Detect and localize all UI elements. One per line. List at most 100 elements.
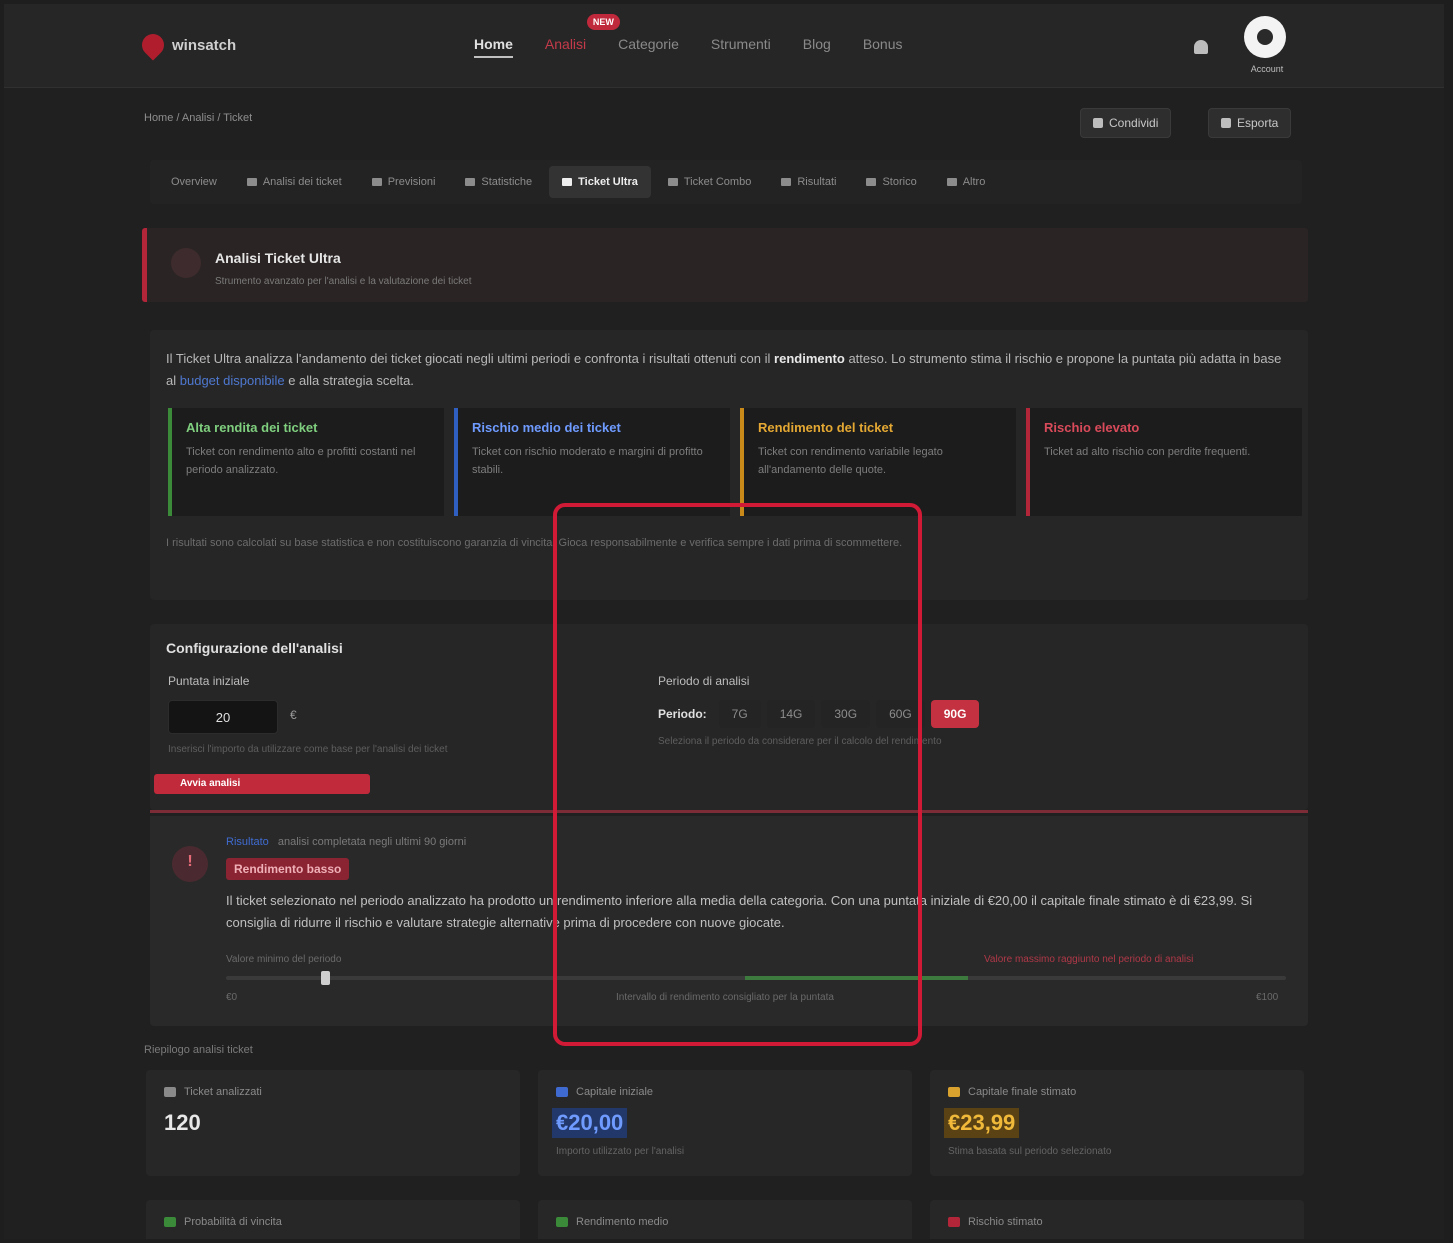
nav-item-strumenti[interactable]: Strumenti (711, 36, 771, 58)
tab-label: Altro (962, 176, 986, 188)
tab-label: Statistiche (481, 176, 533, 188)
result-link[interactable]: Risultato (226, 836, 269, 848)
stat-value: €23,99 (944, 1108, 1020, 1138)
nav-item-blog[interactable]: Blog (803, 36, 831, 58)
tab-label: Analisi dei ticket (262, 176, 342, 188)
stat-label: Capitale finale stimato (968, 1086, 1077, 1098)
legend-card-desc: Ticket con rendimento variabile legato a… (758, 446, 943, 476)
stat-card-initial-capital: Capitale iniziale €20,00 Importo utilizz… (538, 1070, 912, 1176)
nav-item-analisi[interactable]: Analisi NEW (544, 14, 620, 58)
logo[interactable]: winsatch (137, 29, 237, 61)
info-highlight: rendimento (774, 351, 845, 366)
amount-hint: Inserisci l'importo da utilizzare come b… (168, 744, 448, 755)
nav-item-categorie[interactable]: Categorie (618, 36, 679, 58)
chart-icon (164, 1087, 176, 1097)
ticket-icon (562, 178, 573, 186)
amount-input[interactable]: 20 (168, 700, 278, 734)
tab-storico[interactable]: Storico (853, 166, 929, 198)
stat-label: Rendimento medio (576, 1216, 669, 1228)
nav-item-label: Analisi (544, 36, 587, 52)
app-name: winsatch (172, 36, 237, 54)
tab-label: Ticket Ultra (578, 176, 638, 188)
amount-label: Puntata iniziale (168, 674, 250, 688)
result-meta-text: analisi completata negli ultimi 90 giorn… (277, 836, 467, 848)
legend-card: Alta rendita dei ticket Ticket con rendi… (168, 408, 444, 516)
page-header-alert: Analisi Ticket Ultra Strumento avanzato … (142, 228, 1308, 302)
range-max: €100 (1256, 992, 1279, 1003)
page-title: Analisi Ticket Ultra (215, 250, 341, 266)
legend-card: Rendimento del ticket Ticket con rendime… (740, 408, 1016, 516)
tab-statistiche[interactable]: Statistiche (452, 166, 545, 198)
logo-mark-icon (137, 29, 169, 61)
stat-value: €20,00 (552, 1108, 628, 1138)
tab-icon (246, 178, 257, 186)
legend-card-desc: Ticket con rischio moderato e margini di… (472, 446, 703, 476)
nav-item-bonus[interactable]: Bonus (863, 36, 903, 58)
tab-icon (946, 178, 957, 186)
legend-card-title: Rischio elevato (1044, 420, 1140, 435)
legend-card-title: Rendimento del ticket (758, 420, 894, 435)
config-title: Configurazione dell'analisi (166, 640, 343, 656)
legend-card-title: Rischio medio dei ticket (472, 420, 621, 435)
trend-icon (556, 1217, 568, 1227)
slider-handle[interactable] (321, 971, 330, 985)
user-name: Account (1250, 64, 1284, 74)
share-button-label: Condividi (1109, 116, 1159, 130)
tab-label: Overview (171, 176, 217, 188)
new-badge: NEW (586, 14, 620, 30)
nav-item-home[interactable]: Home (474, 36, 513, 58)
stat-card-final-capital: Capitale finale stimato €23,99 Stima bas… (930, 1070, 1304, 1176)
analyze-button[interactable]: Avvia analisi (154, 774, 370, 794)
ticket-icon (171, 248, 201, 278)
stat-label: Probabilità di vincita (184, 1216, 282, 1228)
legend-card-desc: Ticket ad alto rischio con perdite frequ… (1044, 446, 1251, 458)
tab-altro[interactable]: Altro (934, 166, 999, 198)
range-left-label: Valore minimo del periodo (226, 954, 342, 965)
stat-sub: Stima basata sul periodo selezionato (948, 1146, 1112, 1157)
stat-label: Capitale iniziale (576, 1086, 654, 1098)
breadcrumb: Home / Analisi / Ticket (144, 112, 253, 124)
user-avatar[interactable] (1244, 16, 1286, 58)
period-option-90g[interactable]: 90G (930, 700, 980, 728)
stat-card-win-probability: Probabilità di vincita (146, 1200, 520, 1239)
legend-card-title: Alta rendita dei ticket (186, 420, 318, 435)
result-status-badge: Rendimento basso (226, 858, 350, 880)
coins-icon (948, 1087, 960, 1097)
tab-previsioni[interactable]: Previsioni (359, 166, 449, 198)
tab-analisi-ticket[interactable]: Analisi dei ticket (234, 166, 355, 198)
top-navigation-bar: winsatch Home Analisi NEW Categorie Stru… (4, 4, 1444, 88)
wallet-icon (556, 1087, 568, 1097)
legend-card: Rischio medio dei ticket Ticket con risc… (454, 408, 730, 516)
main-nav: Home Analisi NEW Categorie Strumenti Blo… (474, 14, 903, 58)
tab-icon (465, 178, 476, 186)
export-button[interactable]: Esporta (1208, 108, 1292, 138)
info-text-part: e alla strategia scelta. (288, 373, 414, 388)
legend-cards: Alta rendita dei ticket Ticket con rendi… (168, 408, 1302, 516)
tab-label: Previsioni (387, 176, 436, 188)
legend-card-desc: Ticket con rendimento alto e profitti co… (186, 446, 416, 476)
tab-ticket-combo[interactable]: Ticket Combo (655, 166, 764, 198)
range-right-label: Valore massimo raggiunto nel periodo di … (984, 954, 1194, 965)
tab-ticket-ultra[interactable]: Ticket Ultra (549, 166, 651, 198)
stat-sub: Importo utilizzato per l'analisi (556, 1146, 685, 1157)
legend-card: Rischio elevato Ticket ad alto rischio c… (1026, 408, 1302, 516)
info-description: Il Ticket Ultra analizza l'andamento dei… (166, 348, 1286, 392)
tab-overview[interactable]: Overview (158, 166, 230, 198)
notification-bell-icon[interactable] (1194, 40, 1208, 54)
highlight-box (553, 503, 922, 1046)
currency-unit: € (290, 708, 297, 722)
budget-link[interactable]: budget disponibile (180, 373, 285, 388)
stat-card-risk: Rischio stimato (930, 1200, 1304, 1239)
tab-icon (371, 178, 382, 186)
range-min: €0 (226, 992, 238, 1003)
warning-icon (172, 846, 208, 882)
stat-label: Rischio stimato (968, 1216, 1043, 1228)
summary-heading: Riepilogo analisi ticket (144, 1044, 253, 1056)
result-meta: Risultato analisi completata negli ultim… (226, 836, 466, 848)
tab-risultati[interactable]: Risultati (768, 166, 849, 198)
share-button[interactable]: Condividi (1080, 108, 1172, 138)
tab-icon (667, 178, 678, 186)
percent-icon (164, 1217, 176, 1227)
stat-label: Ticket analizzati (184, 1086, 262, 1098)
tab-label: Ticket Combo (683, 176, 752, 188)
